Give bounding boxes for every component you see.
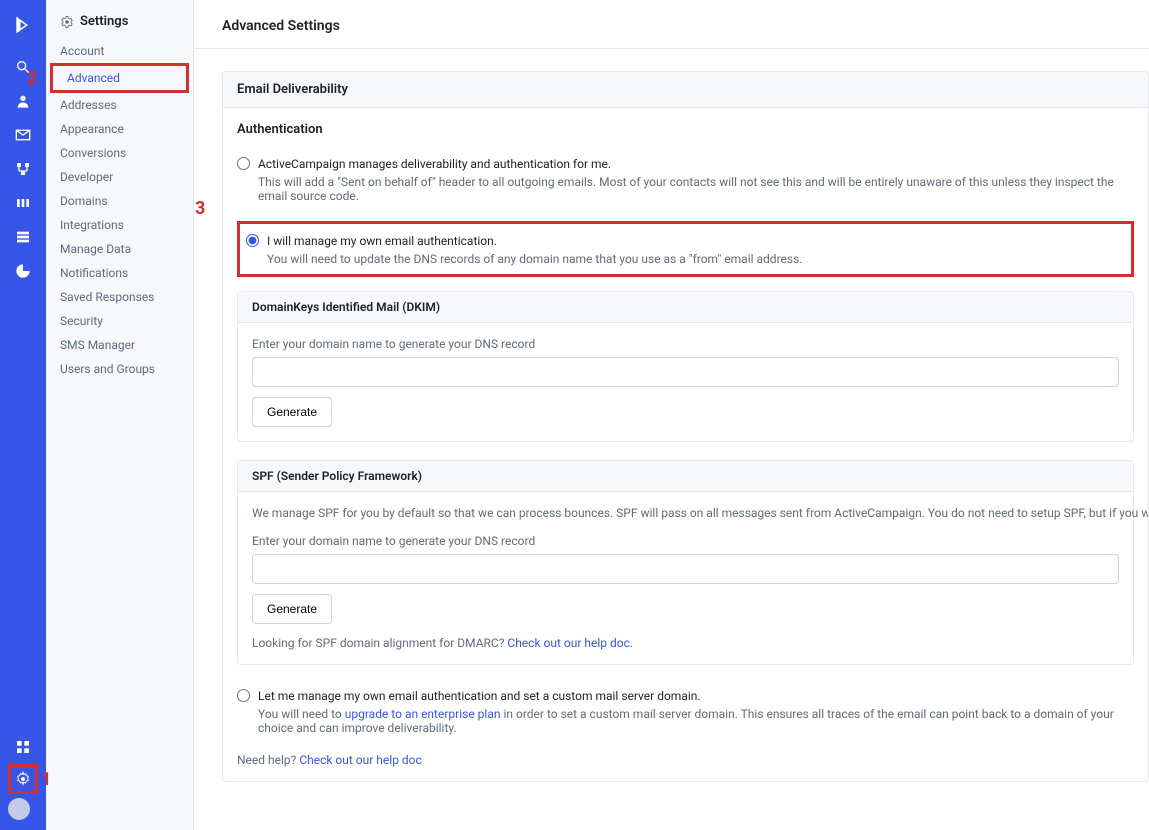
contacts-icon[interactable] [8, 86, 38, 116]
sidebar-item-appearance[interactable]: Appearance [46, 117, 193, 141]
deals-icon[interactable] [8, 188, 38, 218]
reports-icon[interactable] [8, 256, 38, 286]
dkim-title: DomainKeys Identified Mail (DKIM) [238, 292, 1133, 323]
radio-label: Let me manage my own email authenticatio… [258, 687, 1134, 705]
panel-title: Email Deliverability [223, 72, 1148, 108]
avatar[interactable] [8, 798, 30, 820]
sidebar-item-manage-data[interactable]: Manage Data [46, 237, 193, 261]
dkim-domain-input[interactable] [252, 357, 1119, 387]
footer-help: Need help? Check out our help doc [237, 753, 1134, 767]
dkim-generate-button[interactable]: Generate [252, 397, 332, 427]
auth-option-enterprise[interactable]: Let me manage my own email authenticatio… [237, 683, 1134, 739]
spf-panel: SPF (Sender Policy Framework) We manage … [237, 460, 1134, 665]
radio-self-manage[interactable] [246, 234, 259, 247]
spf-label: Enter your domain name to generate your … [252, 534, 1119, 548]
sidebar-item-developer[interactable]: Developer [46, 165, 193, 189]
annotation-1: 1 [41, 769, 51, 790]
sidebar-item-account[interactable]: Account [46, 39, 193, 63]
automations-icon[interactable] [8, 154, 38, 184]
sidebar-title: Settings [46, 14, 193, 39]
apps-icon[interactable] [8, 732, 38, 762]
footer-help-link[interactable]: Check out our help doc [299, 753, 421, 767]
logo-icon[interactable] [8, 10, 38, 40]
upgrade-link[interactable]: upgrade to an enterprise plan [345, 707, 501, 721]
annotation-3: 3 [195, 198, 205, 219]
sidebar-list: Account Advanced Addresses Appearance Co… [46, 39, 193, 381]
dkim-label: Enter your domain name to generate your … [252, 337, 1119, 351]
gear-icon [60, 15, 74, 29]
sidebar-item-notifications[interactable]: Notifications [46, 261, 193, 285]
spf-generate-button[interactable]: Generate [252, 594, 332, 624]
page-title: Advanced Settings [194, 0, 1149, 49]
radio-label: I will manage my own email authenticatio… [267, 232, 802, 250]
sidebar-item-advanced[interactable]: Advanced [53, 66, 186, 90]
spf-desc: We manage SPF for you by default so that… [252, 506, 1119, 520]
radio-enterprise[interactable] [237, 689, 250, 702]
dkim-panel: DomainKeys Identified Mail (DKIM) Enter … [237, 291, 1134, 442]
nav-rail [0, 0, 46, 830]
sidebar-item-conversions[interactable]: Conversions [46, 141, 193, 165]
annotation-2: 2 [27, 68, 37, 89]
sidebar-item-integrations[interactable]: Integrations [46, 213, 193, 237]
spf-domain-input[interactable] [252, 554, 1119, 584]
sidebar-item-domains[interactable]: Domains [46, 189, 193, 213]
radio-ac-manages[interactable] [237, 157, 250, 170]
spf-help: Looking for SPF domain alignment for DMA… [252, 636, 1119, 650]
radio-desc: You will need to update the DNS records … [267, 252, 802, 266]
auth-heading: Authentication [237, 122, 1134, 137]
radio-desc: You will need to upgrade to an enterpris… [258, 707, 1134, 735]
sidebar-item-security[interactable]: Security [46, 309, 193, 333]
sidebar-item-sms-manager[interactable]: SMS Manager [46, 333, 193, 357]
sidebar-item-addresses[interactable]: Addresses [46, 93, 193, 117]
sidebar-item-users-groups[interactable]: Users and Groups [46, 357, 193, 381]
email-deliverability-panel: Email Deliverability Authentication Acti… [222, 71, 1149, 782]
settings-sidebar: Settings Account Advanced Addresses Appe… [46, 0, 194, 830]
radio-label: ActiveCampaign manages deliverability an… [258, 155, 1134, 173]
campaigns-icon[interactable] [8, 120, 38, 150]
auth-option-ac-manages[interactable]: ActiveCampaign manages deliverability an… [237, 151, 1134, 207]
radio-desc: This will add a "Sent on behalf of" head… [258, 175, 1134, 203]
spf-title: SPF (Sender Policy Framework) [238, 461, 1133, 492]
sidebar-item-saved-responses[interactable]: Saved Responses [46, 285, 193, 309]
lists-icon[interactable] [8, 222, 38, 252]
auth-option-self-manage[interactable]: I will manage my own email authenticatio… [246, 228, 1125, 270]
settings-icon[interactable] [8, 764, 38, 794]
spf-help-link[interactable]: Check out our help doc [507, 636, 629, 650]
main: Advanced Settings Email Deliverability A… [194, 0, 1149, 830]
